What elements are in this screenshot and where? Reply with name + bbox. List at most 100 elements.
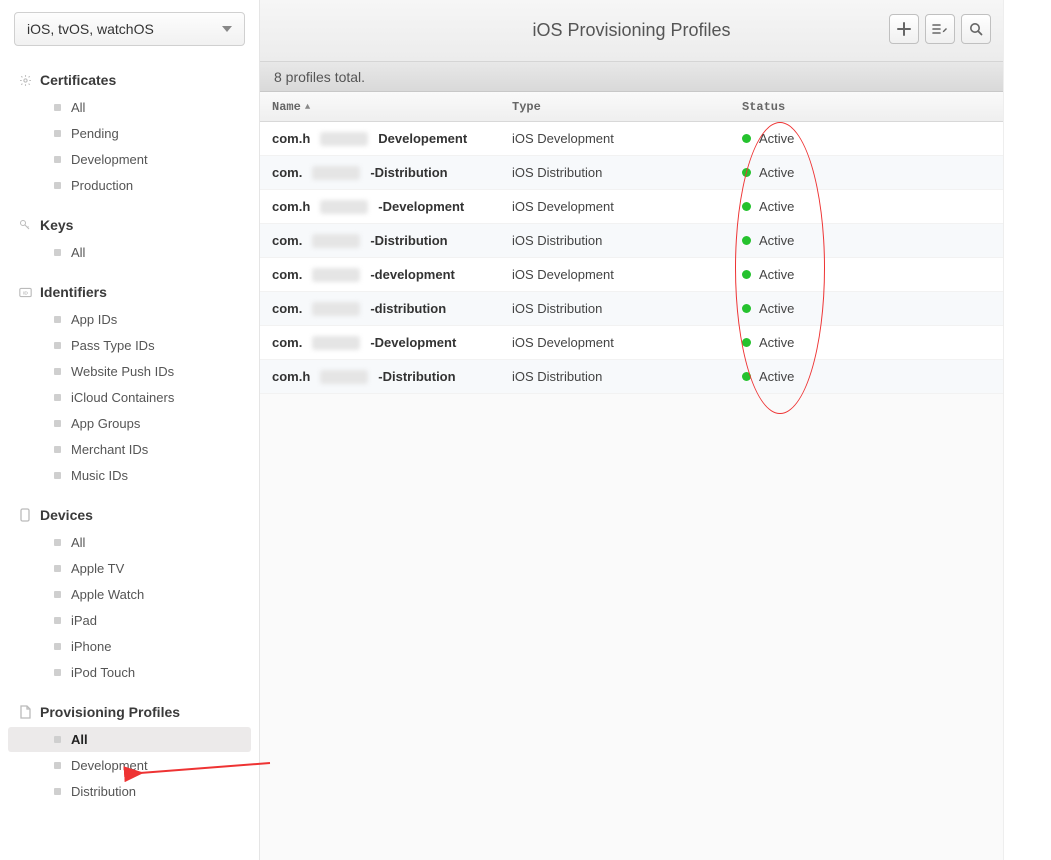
status-dot-icon — [742, 134, 751, 143]
cell-status: Active — [730, 335, 930, 350]
sidebar-item-label: Music IDs — [71, 468, 128, 483]
cell-type: iOS Distribution — [500, 165, 730, 180]
sidebar-item-all[interactable]: All — [8, 95, 251, 120]
status-dot-icon — [742, 304, 751, 313]
table-row[interactable]: com.-DistributioniOS DistributionActive — [260, 156, 1003, 190]
sidebar-item-all[interactable]: All — [8, 240, 251, 265]
bullet-icon — [54, 420, 61, 427]
sidebar-item-all[interactable]: All — [8, 530, 251, 555]
edit-button[interactable] — [925, 14, 955, 44]
edit-list-icon — [932, 22, 948, 36]
sort-asc-icon: ▲ — [305, 102, 310, 112]
right-gutter — [1003, 0, 1051, 860]
cell-type: iOS Development — [500, 131, 730, 146]
sidebar-item-merchant-ids[interactable]: Merchant IDs — [8, 437, 251, 462]
status-text: Active — [759, 369, 794, 384]
sidebar-item-label: All — [71, 732, 88, 747]
sidebar-item-app-ids[interactable]: App IDs — [8, 307, 251, 332]
sidebar-item-ipod-touch[interactable]: iPod Touch — [8, 660, 251, 685]
nav-section-certificates: Certificates — [0, 66, 259, 94]
table-row[interactable]: com.-distributioniOS DistributionActive — [260, 292, 1003, 326]
sidebar-item-apple-tv[interactable]: Apple TV — [8, 556, 251, 581]
main-content: iOS Provisioning Profiles 8 profiles tot… — [260, 0, 1003, 860]
platform-dropdown[interactable]: iOS, tvOS, watchOS — [14, 12, 245, 46]
redacted-segment — [312, 166, 360, 180]
sidebar-item-pending[interactable]: Pending — [8, 121, 251, 146]
bullet-icon — [54, 156, 61, 163]
svg-text:ID: ID — [23, 290, 28, 296]
cell-name: com.-Development — [260, 335, 500, 350]
bullet-icon — [54, 565, 61, 572]
sidebar-item-label: All — [71, 535, 85, 550]
status-dot-icon — [742, 168, 751, 177]
sidebar-item-development[interactable]: Development — [8, 753, 251, 778]
table-row[interactable]: com.h-DevelopmentiOS Development Active — [260, 190, 1003, 224]
sidebar-item-development[interactable]: Development — [8, 147, 251, 172]
bullet-icon — [54, 643, 61, 650]
sidebar-item-distribution[interactable]: Distribution — [8, 779, 251, 804]
table-row[interactable]: com.hDevelopementiOS DevelopmentActive — [260, 122, 1003, 156]
sidebar-item-label: Website Push IDs — [71, 364, 174, 379]
totals-text: 8 profiles total. — [274, 69, 365, 85]
sidebar-item-label: Pending — [71, 126, 119, 141]
sidebar-item-app-groups[interactable]: App Groups — [8, 411, 251, 436]
table-row[interactable]: com.-DistributioniOS DistributionActive — [260, 224, 1003, 258]
sidebar-item-pass-type-ids[interactable]: Pass Type IDs — [8, 333, 251, 358]
add-button[interactable] — [889, 14, 919, 44]
sidebar-item-ipad[interactable]: iPad — [8, 608, 251, 633]
sidebar-item-all[interactable]: All — [8, 727, 251, 752]
status-dot-icon — [742, 372, 751, 381]
bullet-icon — [54, 249, 61, 256]
column-header-name[interactable]: Name ▲ — [260, 100, 500, 114]
column-header-status[interactable]: Status — [730, 100, 930, 114]
sidebar-item-apple-watch[interactable]: Apple Watch — [8, 582, 251, 607]
redacted-segment — [312, 336, 360, 350]
table-row[interactable]: com.-DevelopmentiOS DevelopmentActive — [260, 326, 1003, 360]
chevron-down-icon — [222, 26, 232, 32]
redacted-segment — [320, 200, 368, 214]
cell-status: Active — [730, 131, 930, 146]
bullet-icon — [54, 539, 61, 546]
cell-type: iOS Development — [500, 267, 730, 282]
doc-icon — [18, 705, 32, 719]
column-header-type[interactable]: Type — [500, 100, 730, 114]
cell-type: iOS Development — [500, 199, 730, 214]
bullet-icon — [54, 617, 61, 624]
table-header-row: Name ▲ Type Status — [260, 92, 1003, 122]
cell-name: com.-distribution — [260, 301, 500, 316]
sidebar-item-production[interactable]: Production — [8, 173, 251, 198]
status-dot-icon — [742, 338, 751, 347]
sidebar-item-label: All — [71, 100, 85, 115]
cell-type: iOS Distribution — [500, 301, 730, 316]
page-title: iOS Provisioning Profiles — [532, 20, 730, 41]
sidebar-item-iphone[interactable]: iPhone — [8, 634, 251, 659]
redacted-segment — [320, 370, 368, 384]
sidebar-item-icloud-containers[interactable]: iCloud Containers — [8, 385, 251, 410]
bullet-icon — [54, 788, 61, 795]
table-row[interactable]: com.-developmentiOS DevelopmentActive — [260, 258, 1003, 292]
sidebar-item-label: iCloud Containers — [71, 390, 174, 405]
sidebar-item-label: App IDs — [71, 312, 117, 327]
sidebar-item-label: Pass Type IDs — [71, 338, 155, 353]
cell-name: com.h-Development — [260, 199, 500, 214]
nav-section-keys: Keys — [0, 211, 259, 239]
bullet-icon — [54, 182, 61, 189]
nav-section-identifiers: IDIdentifiers — [0, 278, 259, 306]
profiles-table: Name ▲ Type Status com.hDevelopementiOS … — [260, 92, 1003, 394]
key-icon — [18, 218, 32, 232]
table-row[interactable]: com.h-DistributioniOS DistributionActive — [260, 360, 1003, 394]
bullet-icon — [54, 130, 61, 137]
sidebar-item-website-push-ids[interactable]: Website Push IDs — [8, 359, 251, 384]
status-text: Active — [759, 199, 794, 214]
sidebar-item-label: Development — [71, 152, 148, 167]
sidebar-item-label: Merchant IDs — [71, 442, 148, 457]
sidebar-item-label: Apple Watch — [71, 587, 144, 602]
cell-name: com.-development — [260, 267, 500, 282]
sidebar-item-label: Distribution — [71, 784, 136, 799]
sidebar-item-music-ids[interactable]: Music IDs — [8, 463, 251, 488]
sidebar-item-label: iPod Touch — [71, 665, 135, 680]
cell-name: com.h-Distribution — [260, 369, 500, 384]
bullet-icon — [54, 104, 61, 111]
totals-bar: 8 profiles total. — [260, 62, 1003, 92]
search-button[interactable] — [961, 14, 991, 44]
